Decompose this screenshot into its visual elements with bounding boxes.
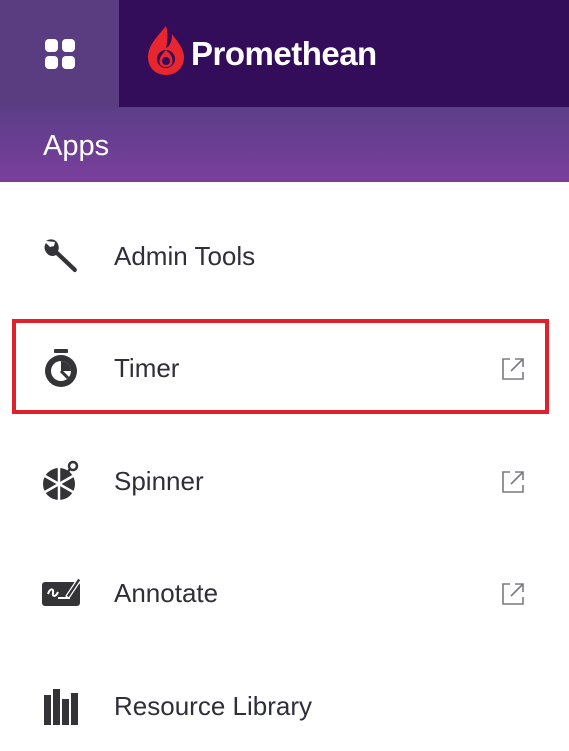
top-bar: Promethean — [0, 0, 569, 107]
menu-item-label: Spinner — [114, 466, 204, 496]
annotate-icon — [42, 577, 82, 606]
wrench-icon — [44, 239, 77, 273]
external-link-icon[interactable] — [500, 581, 526, 607]
apps-header: Apps — [0, 107, 569, 182]
grid-icon — [44, 38, 75, 69]
menu-item-label: Annotate — [114, 578, 219, 608]
menu-item-label: Admin Tools — [114, 241, 256, 271]
menu-item-spinner[interactable]: Spinner — [0, 436, 569, 526]
brand-logo: Promethean — [119, 0, 569, 107]
flame-logo-icon — [148, 26, 184, 75]
spinner-wheel-icon — [43, 460, 79, 500]
menu-item-admin-tools[interactable]: Admin Tools — [0, 211, 569, 301]
menu-item-annotate[interactable]: Annotate — [0, 548, 569, 638]
external-link-icon[interactable] — [500, 469, 526, 495]
app-launcher-button[interactable] — [0, 0, 119, 107]
brand-name: Promethean — [191, 35, 377, 72]
menu-item-label: Resource Library — [114, 691, 312, 721]
books-icon — [44, 689, 78, 725]
page-title: Apps — [43, 130, 110, 162]
selection-highlight — [12, 319, 549, 414]
menu-item-resource-library[interactable]: Resource Library — [0, 661, 569, 751]
